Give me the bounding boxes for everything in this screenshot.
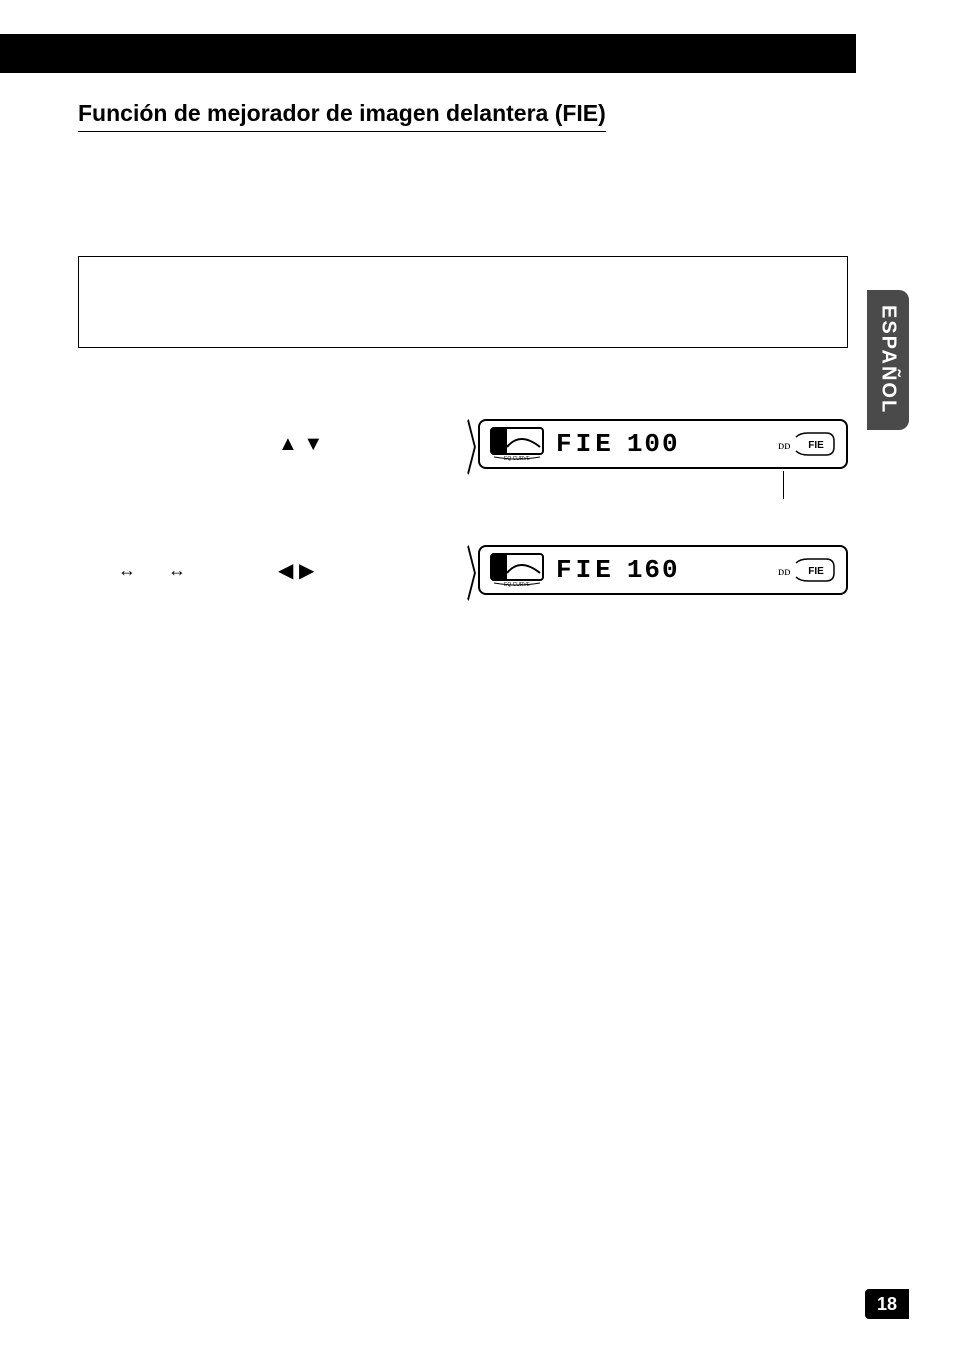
svg-text:FIE: FIE <box>808 440 824 451</box>
caution-box <box>78 256 848 348</box>
indicator-line <box>783 471 784 499</box>
lcd-display-1: EQ CURVE FIE 100 ᴅᴅ FIE <box>478 419 848 469</box>
svg-text:EQ CURVE: EQ CURVE <box>504 582 531 587</box>
svg-text:FIE: FIE <box>808 566 824 577</box>
header-black-bar <box>0 34 856 73</box>
double-arrow-icon: ↔ <box>118 560 136 581</box>
lcd-value-2: 160 <box>627 555 680 585</box>
lcd-label-1: FIE <box>556 429 615 459</box>
eq-curve-icon: EQ CURVE <box>490 427 544 461</box>
fie-badge-icon: ᴅᴅ FIE <box>778 431 836 457</box>
eq-curve-icon: EQ CURVE <box>490 553 544 587</box>
double-arrow-icon: ↔ <box>168 560 186 581</box>
lcd-label-2: FIE <box>556 555 615 585</box>
language-tab-label: ESPAÑOL <box>877 305 900 414</box>
page-number: 18 <box>865 1289 909 1319</box>
left-right-arrows-icon: ◀ ▶ <box>278 558 314 583</box>
section-title: Función de mejorador de imagen delantera… <box>78 100 606 132</box>
fie-badge-icon: ᴅᴅ FIE <box>778 557 836 583</box>
lcd-display-2: EQ CURVE FIE 160 ᴅᴅ FIE <box>478 545 848 595</box>
lcd-value-1: 100 <box>627 429 680 459</box>
svg-text:EQ CURVE: EQ CURVE <box>504 456 531 461</box>
svg-text:ᴅᴅ: ᴅᴅ <box>778 564 791 578</box>
svg-text:ᴅᴅ: ᴅᴅ <box>778 438 791 452</box>
language-tab: ESPAÑOL <box>867 290 909 430</box>
up-down-arrows-icon: ▲ ▼ <box>278 433 323 456</box>
